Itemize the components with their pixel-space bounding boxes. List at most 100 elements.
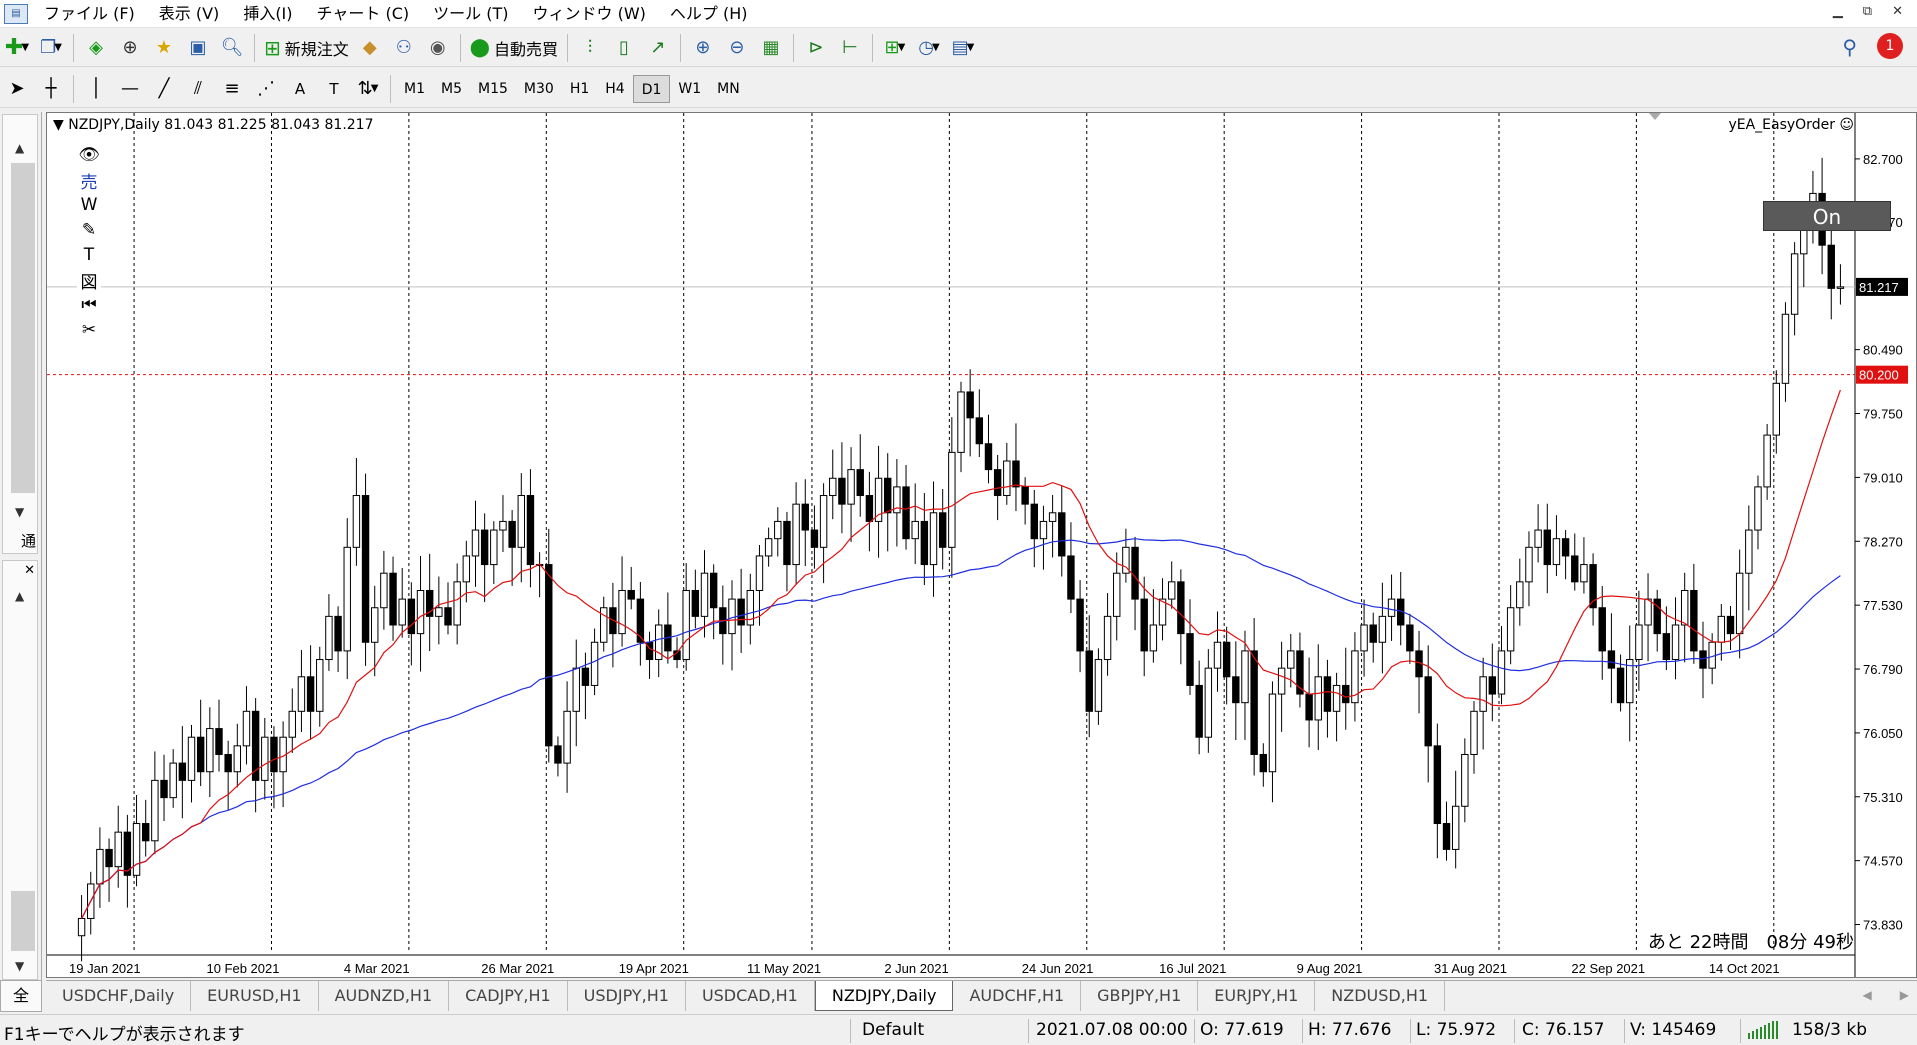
fibo-tool[interactable]: ≡ bbox=[217, 74, 247, 104]
chart-shift-icon: ⊢ bbox=[842, 37, 858, 58]
menu-view[interactable]: 表示 (V) bbox=[149, 0, 234, 28]
period-w1[interactable]: W1 bbox=[670, 75, 709, 103]
tester-button[interactable]: 🔍︎ bbox=[217, 33, 247, 63]
new-chart-button[interactable]: ✚ ▼ bbox=[2, 33, 32, 63]
data-window-button[interactable]: ⊕ bbox=[115, 33, 145, 63]
scroll-up-icon[interactable]: ▲ bbox=[15, 589, 24, 603]
scissors-icon[interactable]: ✂ bbox=[77, 318, 101, 342]
candle-body bbox=[371, 607, 379, 643]
radio-button-icon-btn[interactable]: ◉ bbox=[423, 33, 453, 63]
period-m5[interactable]: M5 bbox=[433, 75, 470, 103]
tab-gbpjpy[interactable]: GBPJPY,H1 bbox=[1081, 981, 1199, 1011]
menu-help[interactable]: ヘルプ (H) bbox=[660, 0, 762, 28]
scroll-down-icon[interactable]: ▼ bbox=[15, 959, 24, 973]
templates-button[interactable]: ▤ ▼ bbox=[948, 33, 978, 63]
metaeditor-button[interactable]: ◆ bbox=[355, 33, 385, 63]
tab-right-icon[interactable]: ▶ bbox=[1900, 988, 1909, 1002]
close-icon[interactable]: ✕ bbox=[24, 563, 35, 578]
line-chart-button[interactable]: ↗ bbox=[643, 33, 673, 63]
period-h1[interactable]: H1 bbox=[562, 75, 597, 103]
indicators-button[interactable]: ⊞ ▼ bbox=[880, 33, 910, 63]
period-d1[interactable]: D1 bbox=[632, 74, 671, 103]
period-m15[interactable]: M15 bbox=[470, 75, 516, 103]
menu-window[interactable]: ウィンドウ (W) bbox=[522, 0, 659, 28]
tab-usdcad[interactable]: USDCAD,H1 bbox=[686, 981, 815, 1011]
tab-usdjpy[interactable]: USDJPY,H1 bbox=[568, 981, 686, 1011]
w-tool[interactable]: W bbox=[77, 193, 101, 217]
menu-chart[interactable]: チャート (C) bbox=[307, 0, 424, 28]
tab-cadjpy[interactable]: CADJPY,H1 bbox=[449, 981, 568, 1011]
tab-usdchf[interactable]: USDCHF,Daily bbox=[46, 981, 192, 1011]
navigator-button[interactable]: ★ bbox=[149, 33, 179, 63]
candle-body bbox=[1213, 641, 1222, 669]
zoom-in-button[interactable]: ⊕ bbox=[688, 33, 718, 63]
candle-body bbox=[1543, 529, 1551, 566]
tile-windows-button[interactable]: ▦ bbox=[756, 33, 786, 63]
period-mn[interactable]: MN bbox=[709, 75, 748, 103]
terminal-button[interactable]: ▣ bbox=[183, 33, 213, 63]
candle-body bbox=[1287, 650, 1295, 669]
candle-body bbox=[1232, 676, 1240, 704]
scroll-down-icon[interactable]: ▼ bbox=[15, 505, 24, 519]
tab-nzdusd[interactable]: NZDUSD,H1 bbox=[1315, 981, 1446, 1011]
menu-insert[interactable]: 挿入(I) bbox=[233, 0, 306, 28]
period-h4[interactable]: H4 bbox=[597, 75, 632, 103]
restore-button[interactable]: ⧉ bbox=[1863, 4, 1872, 19]
all-button[interactable]: 全 bbox=[0, 980, 42, 1012]
x-tick-label: 26 Mar 2021 bbox=[481, 961, 554, 976]
eye-icon[interactable]: 👁 bbox=[77, 143, 101, 167]
tab-nzdjpy[interactable]: NZDJPY,Daily bbox=[814, 981, 954, 1011]
notification-badge[interactable]: 1 bbox=[1877, 33, 1903, 59]
rewind-icon[interactable]: ⏮ bbox=[77, 293, 101, 317]
horizontal-line-tool[interactable]: — bbox=[115, 74, 145, 104]
autoscroll-button[interactable]: ⊳ bbox=[801, 33, 831, 63]
app-icon[interactable]: ▤ bbox=[4, 3, 28, 24]
crosshair-tool[interactable]: ┼ bbox=[36, 74, 66, 104]
fibo-fan-tool[interactable]: ⋰ bbox=[251, 74, 281, 104]
candle-body bbox=[105, 848, 113, 868]
arrows-tool[interactable]: ⇅ ▼ bbox=[353, 74, 383, 104]
candlestick-button[interactable]: ▯ bbox=[609, 33, 639, 63]
menu-tools[interactable]: ツール (T) bbox=[423, 0, 522, 28]
ea-on-button[interactable]: On bbox=[1763, 201, 1891, 231]
text-tool-icon[interactable]: T bbox=[77, 243, 101, 267]
period-m30[interactable]: M30 bbox=[516, 75, 562, 103]
chart-window[interactable]: 19 Jan 2021 10 Feb 2021 4 Mar 2021 26 Mar 2… bbox=[46, 112, 1917, 978]
scroll-up-icon[interactable]: ▲ bbox=[15, 141, 24, 155]
vertical-line-tool[interactable]: │ bbox=[81, 74, 111, 104]
candle-body bbox=[1424, 676, 1432, 747]
periods-button[interactable]: ◷ ▼ bbox=[914, 33, 944, 63]
menu-file[interactable]: ファイル (F) bbox=[34, 0, 149, 28]
auto-trade-button[interactable]: ⬤ 自動売買 bbox=[468, 33, 560, 63]
tab-eurjpy[interactable]: EURJPY,H1 bbox=[1198, 981, 1316, 1011]
minimize-button[interactable]: ▁ bbox=[1833, 4, 1843, 19]
trendline-tool[interactable]: ╱ bbox=[149, 74, 179, 104]
tab-eurusd[interactable]: EURUSD,H1 bbox=[191, 981, 319, 1011]
cursor-tool[interactable]: ➤ bbox=[2, 74, 32, 104]
candle-body bbox=[636, 598, 645, 643]
close-button[interactable]: ✕ bbox=[1892, 4, 1903, 19]
pen-icon[interactable]: ✎ bbox=[77, 218, 101, 242]
sell-tool[interactable]: 売 bbox=[77, 168, 101, 193]
search-icon[interactable]: ⚲ bbox=[1842, 35, 1857, 59]
new-order-button[interactable]: ⊞ 新規注文 bbox=[262, 33, 351, 63]
channel-tool[interactable]: ⫽ bbox=[183, 74, 213, 104]
zoom-out-button[interactable]: ⊖ bbox=[722, 33, 752, 63]
bar-chart-button[interactable]: ⫶ bbox=[575, 33, 605, 63]
market-watch-button[interactable]: ◈ bbox=[81, 33, 111, 63]
scrollbar-thumb[interactable] bbox=[11, 891, 35, 951]
figure-tool[interactable]: 図 bbox=[77, 268, 101, 293]
profiles-button[interactable]: ❐ ▼ bbox=[36, 33, 66, 63]
price-chart[interactable]: 19 Jan 2021 10 Feb 2021 4 Mar 2021 26 Mar 2… bbox=[47, 113, 1916, 977]
tab-left-icon[interactable]: ◀ bbox=[1863, 988, 1872, 1002]
text-tool[interactable]: A bbox=[285, 74, 315, 104]
scrollbar-thumb[interactable] bbox=[11, 163, 35, 493]
candle-body bbox=[1680, 589, 1689, 626]
tab-audchf[interactable]: AUDCHF,H1 bbox=[953, 981, 1082, 1011]
text-label-tool[interactable]: T bbox=[319, 74, 349, 104]
tab-audnzd[interactable]: AUDNZD,H1 bbox=[319, 981, 450, 1011]
chart-shift-button[interactable]: ⊢ bbox=[835, 33, 865, 63]
candle-body bbox=[352, 495, 361, 548]
period-m1[interactable]: M1 bbox=[396, 75, 433, 103]
signals-button[interactable]: ⚇ bbox=[389, 33, 419, 63]
